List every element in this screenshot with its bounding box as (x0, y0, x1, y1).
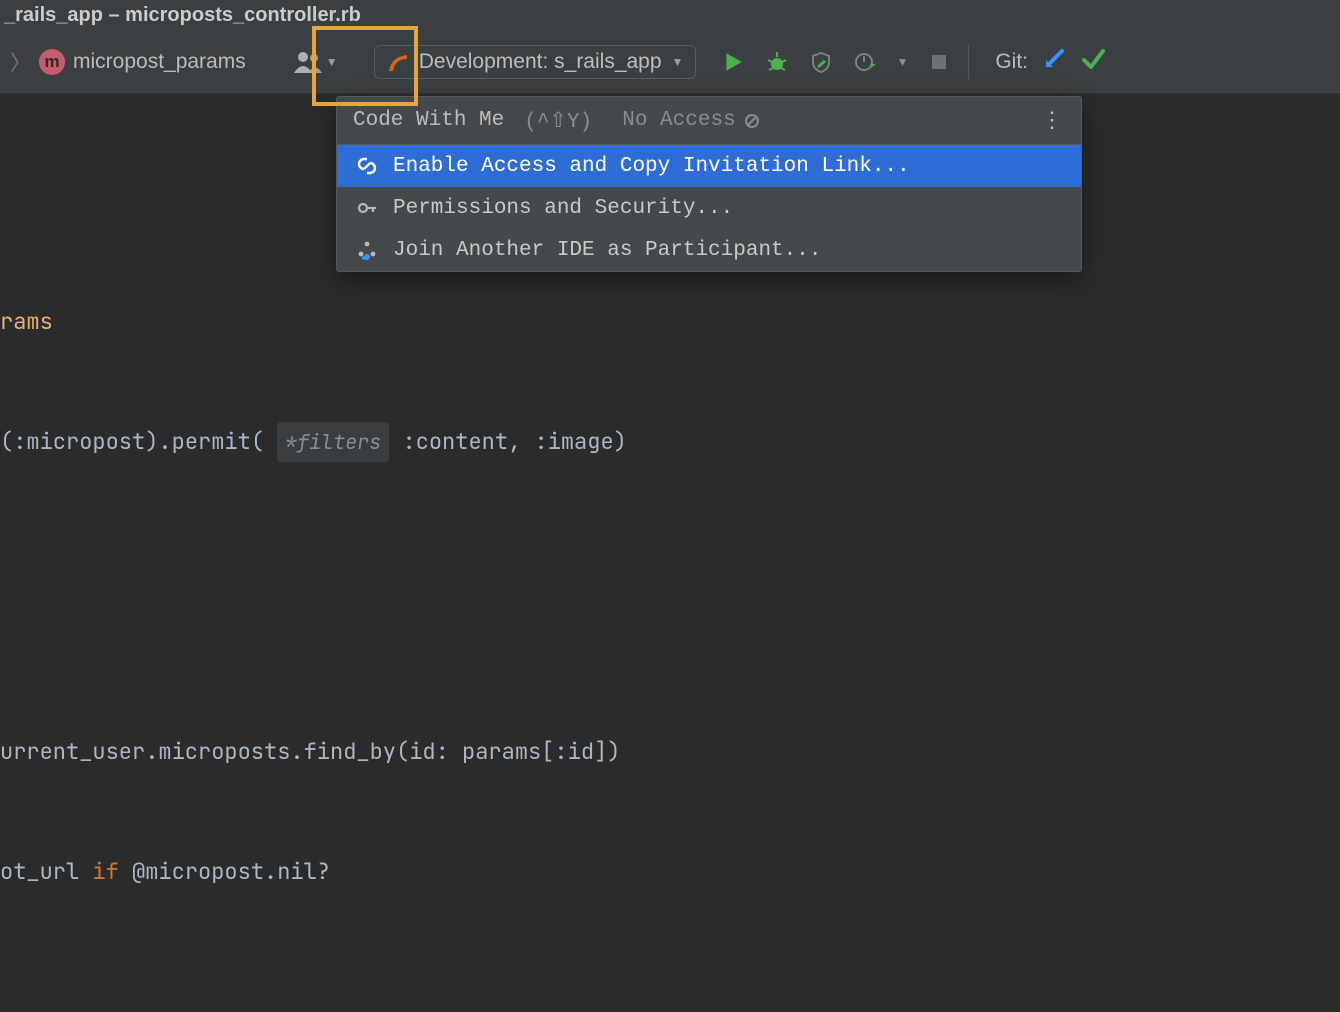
chevron-down-icon: ▼ (326, 55, 338, 69)
main-toolbar: 〉 m micropost_params ▼ Development: s_ra… (0, 30, 1340, 94)
chevron-down-icon: ▼ (672, 55, 684, 69)
popup-item-join[interactable]: Join Another IDE as Participant... (337, 229, 1081, 271)
chevron-down-icon: ▼ (896, 55, 908, 69)
code-text: rams (0, 307, 53, 336)
breadcrumb-label: micropost_params (73, 50, 246, 74)
popup-header: Code With Me (^⇧Y) No Access ⋮ (337, 97, 1081, 145)
code-line: ot_url if @micropost.nil? (0, 852, 1340, 892)
key-icon (355, 197, 379, 219)
code-with-me-popup: Code With Me (^⇧Y) No Access ⋮ Enable Ac… (336, 96, 1082, 272)
run-config-label: Development: s_rails_app (419, 50, 662, 74)
chevron-right-icon: 〉 (10, 47, 31, 77)
link-icon (355, 155, 379, 177)
breadcrumb[interactable]: 〉 m micropost_params (10, 47, 246, 77)
git-toolbar: Git: (995, 46, 1106, 78)
more-options-button[interactable]: ⋮ (1041, 108, 1065, 134)
popup-item-label: Join Another IDE as Participant... (393, 239, 821, 262)
stop-button (926, 49, 952, 75)
join-icon (355, 239, 379, 261)
popup-status: No Access (622, 109, 759, 132)
toolbar-divider (968, 44, 969, 80)
debug-button[interactable] (764, 49, 790, 75)
code-line: urrent_user.microposts.find_by(id: param… (0, 732, 1340, 772)
git-label: Git: (995, 50, 1028, 74)
popup-item-enable-access[interactable]: Enable Access and Copy Invitation Link..… (337, 145, 1081, 187)
git-update-button[interactable] (1042, 47, 1066, 77)
run-toolbar: ▼ (720, 49, 952, 75)
users-icon (294, 51, 322, 73)
parameter-hint: *filters (277, 422, 389, 462)
rails-icon (387, 51, 409, 73)
popup-title: Code With Me (353, 109, 504, 132)
window-title: _rails_app – microposts_controller.rb (4, 4, 361, 27)
run-button[interactable] (720, 49, 746, 75)
popup-item-label: Enable Access and Copy Invitation Link..… (393, 155, 910, 178)
git-commit-button[interactable] (1080, 46, 1106, 78)
popup-item-permissions[interactable]: Permissions and Security... (337, 187, 1081, 229)
popup-shortcut: (^⇧Y) (524, 108, 592, 134)
profiler-button[interactable] (852, 49, 878, 75)
coverage-button[interactable] (808, 49, 834, 75)
window-title-bar: _rails_app – microposts_controller.rb (0, 0, 1340, 30)
popup-item-label: Permissions and Security... (393, 197, 733, 220)
code-with-me-button[interactable]: ▼ (286, 42, 346, 82)
method-icon: m (39, 49, 65, 75)
code-line: (:micropost).permit( *filters :content, … (0, 422, 1340, 462)
blocked-icon (744, 113, 760, 129)
run-configuration-selector[interactable]: Development: s_rails_app ▼ (374, 45, 697, 79)
